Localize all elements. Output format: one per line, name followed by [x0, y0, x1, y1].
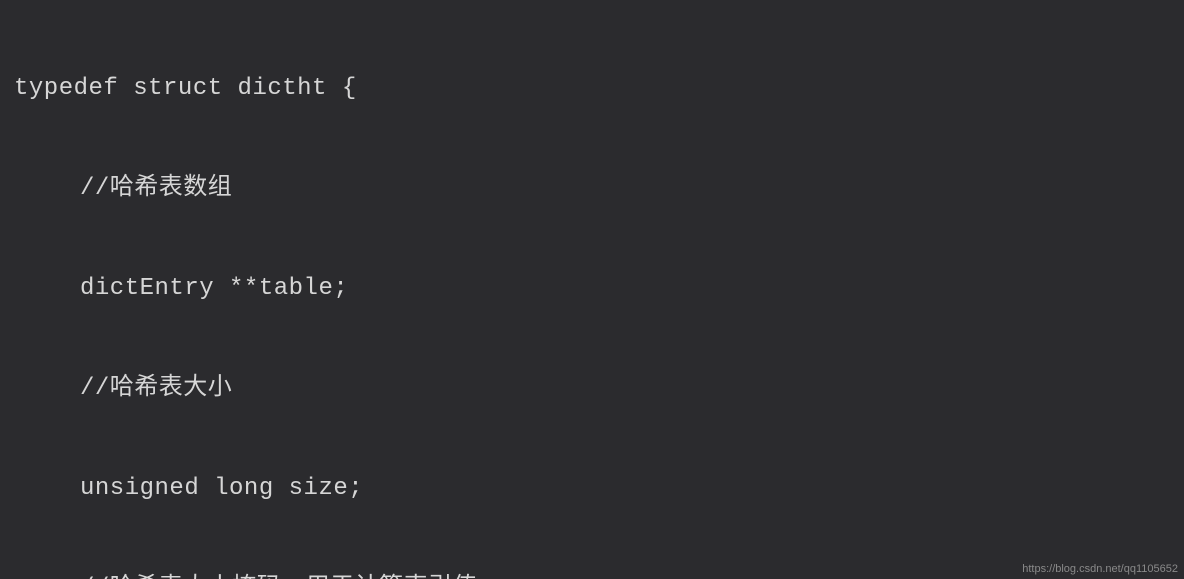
code-text: unsigned long size; — [80, 475, 363, 502]
code-line: dictEntry **table; — [14, 264, 1166, 314]
code-line: //哈希表大小 — [14, 364, 1166, 414]
code-text: //哈希表数组 — [80, 175, 232, 202]
watermark-text: https://blog.csdn.net/qq1105652 — [1022, 563, 1178, 575]
code-line: //哈希表数组 — [14, 164, 1166, 214]
code-block: typedef struct dictht { //哈希表数组 dictEntr… — [0, 0, 1184, 579]
code-text: typedef struct dictht { — [14, 75, 357, 102]
code-text: //哈希表大小掩码，用于计算索引值 — [80, 575, 477, 579]
code-text: dictEntry **table; — [80, 275, 348, 302]
code-line: unsigned long size; — [14, 464, 1166, 514]
code-text: //哈希表大小 — [80, 375, 232, 402]
code-line: typedef struct dictht { — [14, 64, 1166, 114]
code-line: //哈希表大小掩码，用于计算索引值 — [14, 564, 1166, 579]
